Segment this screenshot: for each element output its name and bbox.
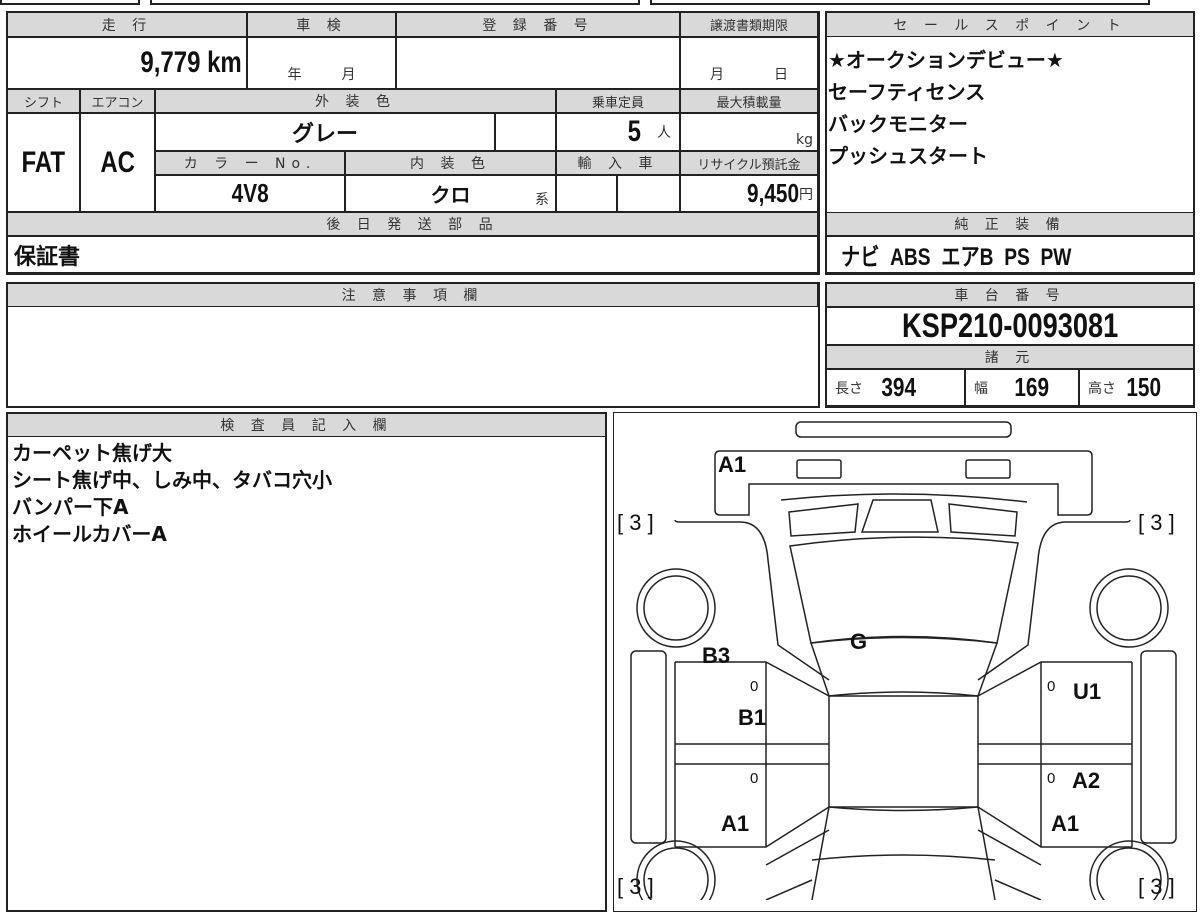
car-diagram (630, 421, 1177, 900)
tire-front-left-tread: [ 3 ] (617, 874, 654, 899)
tire-rear-left-tread: [ 3 ] (617, 510, 654, 535)
wheel-rear-right (1089, 568, 1169, 648)
front-lines (811, 854, 996, 861)
tail-light-right (965, 459, 1011, 479)
left-pillar-damage: B1 (738, 705, 767, 730)
glass-damage: G (850, 629, 868, 654)
left-rear-door-damage: B3 (702, 643, 731, 668)
hood (828, 695, 979, 808)
rear-bumper (714, 450, 1093, 516)
windshield (809, 636, 999, 697)
tire-front-right-tread: [ 3 ] (1138, 874, 1175, 899)
rear-window-top (780, 493, 1028, 503)
right-front-door-damage: A2 (1072, 768, 1101, 793)
rear-bumper-damage: A1 (718, 452, 747, 477)
tire-rear-right-tread: [ 3 ] (1138, 510, 1175, 535)
rear-spoiler (795, 421, 1012, 438)
zero-mark: 0 (1047, 770, 1056, 787)
roof (789, 536, 1019, 644)
wheel-rear-left (636, 568, 716, 648)
front-grille (811, 806, 996, 900)
side-step-left (630, 650, 667, 844)
side-step-right (1140, 650, 1177, 844)
zero-mark: 0 (1047, 678, 1056, 695)
right-front-fender-damage: A1 (1051, 811, 1080, 836)
zero-mark: 0 (750, 770, 759, 787)
front-fenders (765, 829, 1042, 900)
tail-light-left (796, 459, 842, 479)
rear-window (788, 499, 1018, 537)
body-side-front (674, 519, 1131, 681)
zero-mark: 0 (750, 678, 759, 695)
right-rear-door-damage: U1 (1073, 679, 1102, 704)
left-front-fender-damage: A1 (721, 811, 750, 836)
